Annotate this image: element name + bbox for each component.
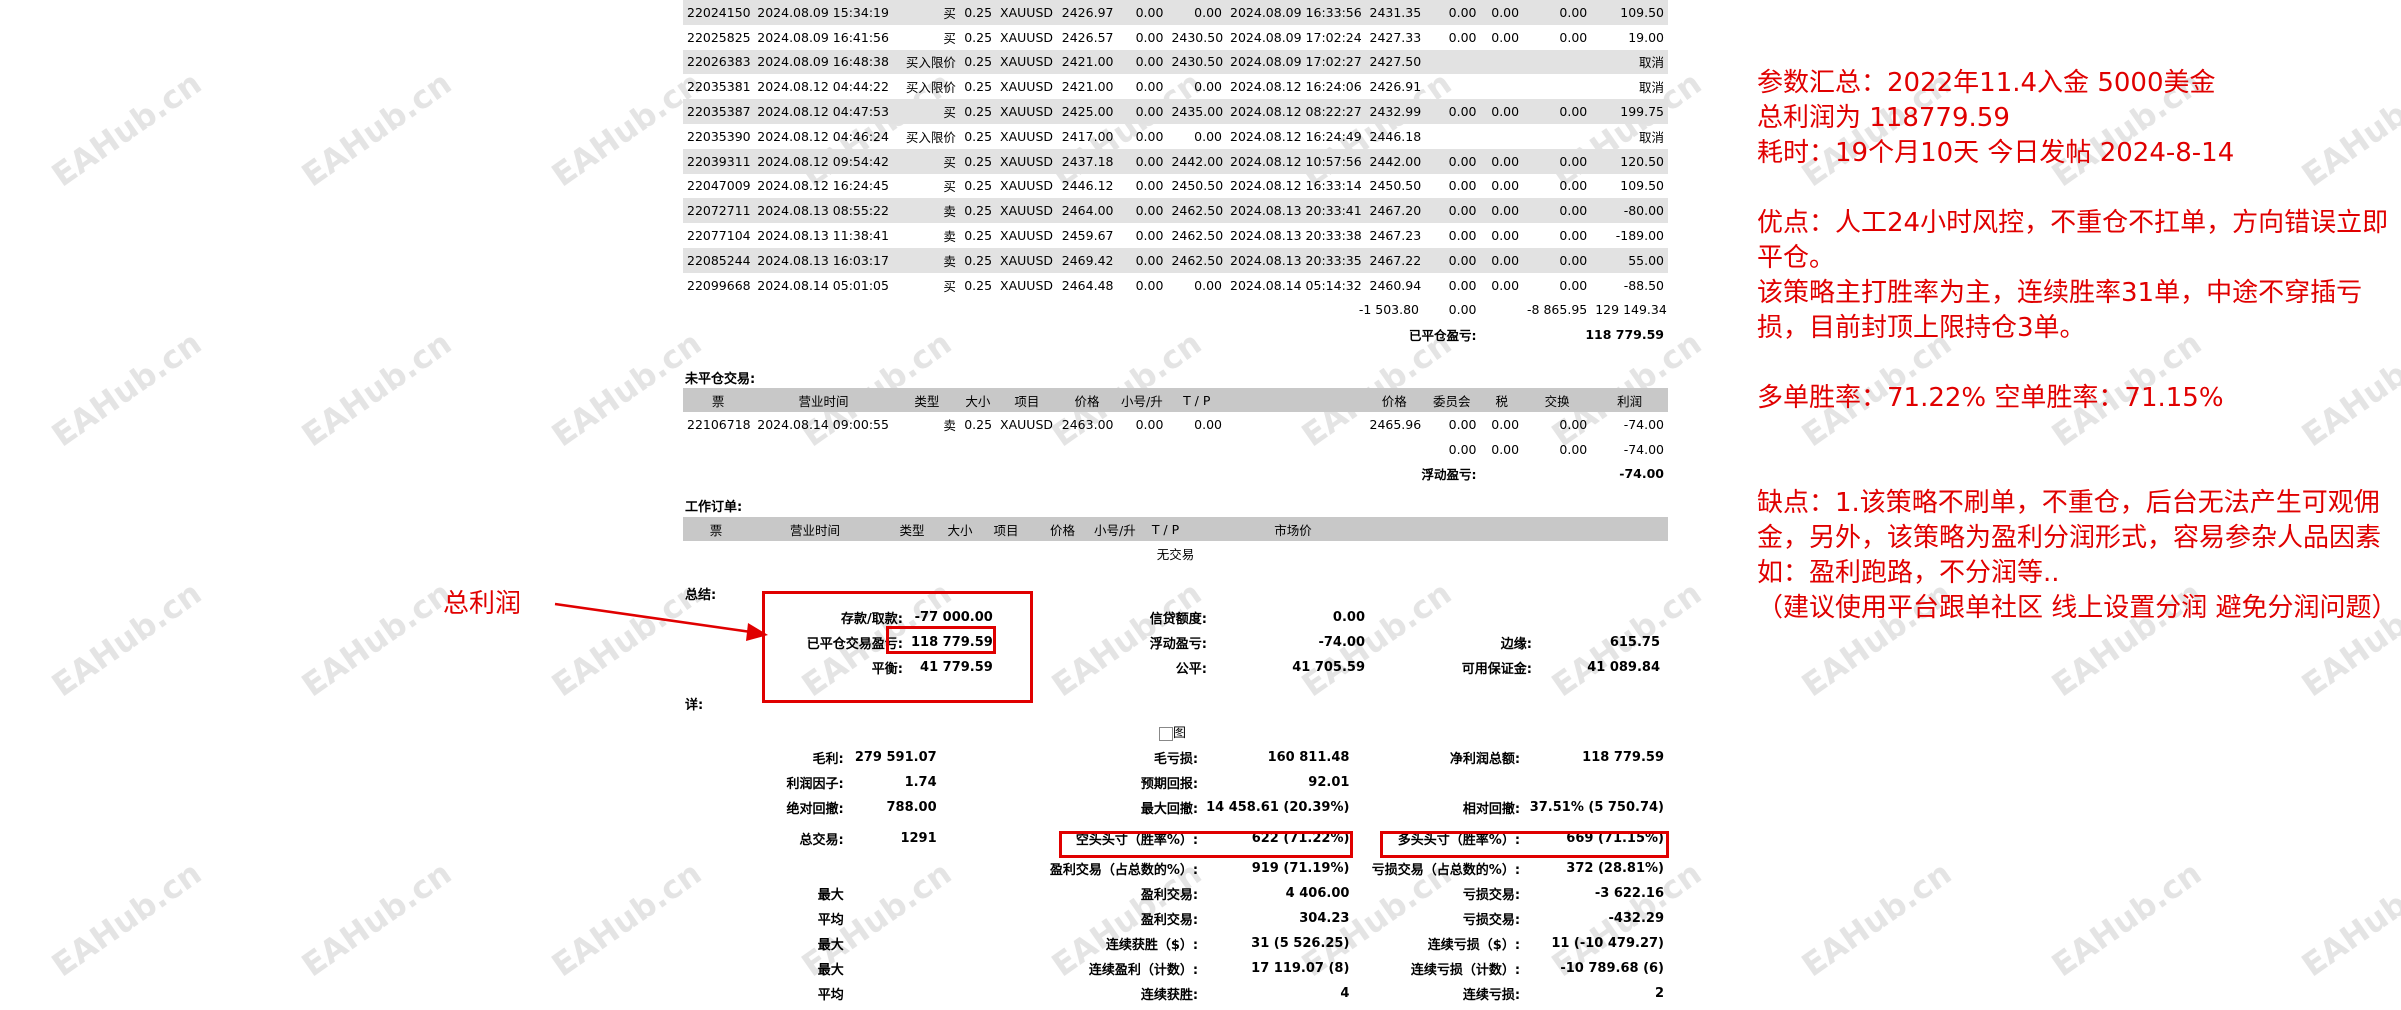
note-suggestion: （建议使用平台跟单社区 线上设置分润 避免分润问题）: [1757, 593, 2398, 623]
note-duration: 耗时：19个月10天 今日发帖 2024-8-14: [1757, 138, 2235, 168]
note-pros: 优点：人工24小时风控，不重仓不扛单，方向错误立即平仓。: [1757, 208, 2389, 273]
note-params: 参数汇总：2022年11.4入金 5000美金: [1757, 68, 2216, 98]
note-total-profit: 总利润为 118779.59: [1757, 103, 2010, 133]
note-cons: 缺点：1.该策略不刷单，不重仓，后台无法产生可观佣金，另外，该策略为盈利分润形式…: [1757, 488, 2382, 588]
note-winrate: 多单胜率：71.22% 空单胜率：71.15%: [1757, 383, 2224, 413]
note-strategy: 该策略主打胜率为主，连续胜率31单，中途不穿插亏损，目前封顶上限持仓3单。: [1757, 278, 2363, 343]
